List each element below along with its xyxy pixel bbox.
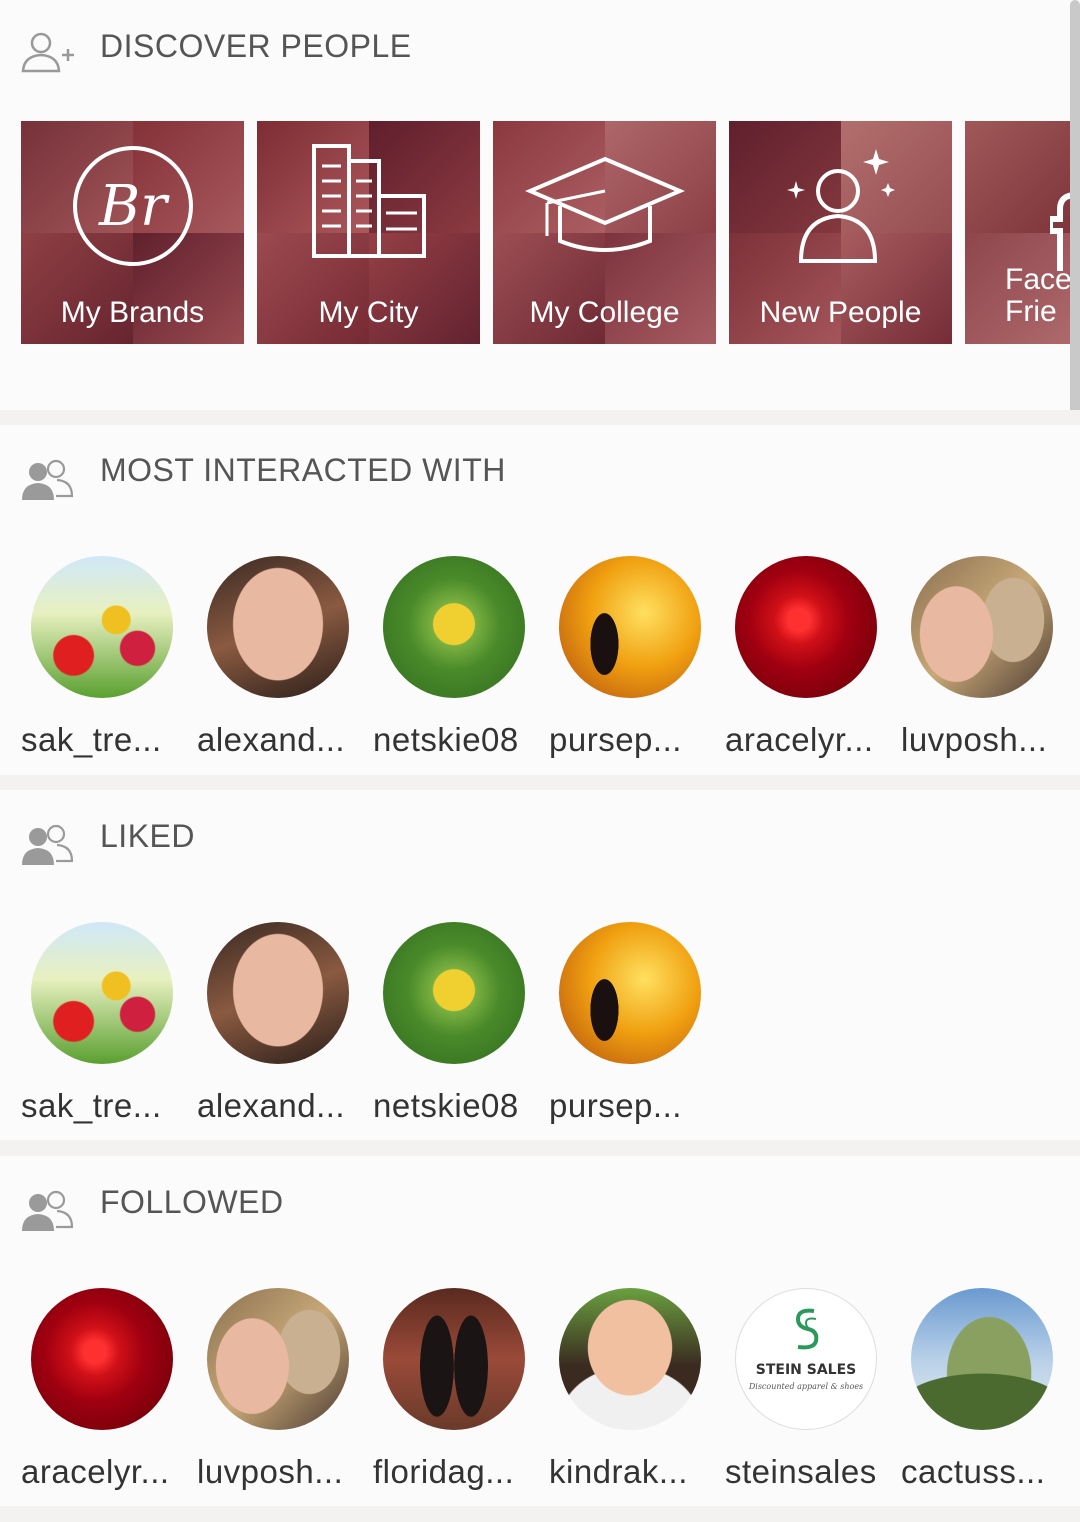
avatar: [207, 922, 349, 1064]
brand-logo-icon: Br: [72, 145, 193, 266]
add-person-icon: [21, 32, 74, 73]
avatar: [735, 556, 877, 698]
graduation-cap-icon: [524, 156, 685, 252]
tile-label: My Brands: [60, 296, 205, 329]
tile-label: Face Frie: [1005, 263, 1072, 328]
avatar: [559, 556, 701, 698]
avatar: [911, 1288, 1053, 1430]
svg-text:Discounted apparel & shoes: Discounted apparel & shoes: [748, 1382, 863, 1391]
scrollbar[interactable]: [1070, 0, 1080, 410]
tile-label: My College: [529, 296, 680, 329]
avatar: [207, 556, 349, 698]
section-title: LIKED: [100, 818, 195, 854]
tile-my-college[interactable]: My College: [493, 121, 716, 344]
avatar: [559, 1288, 701, 1430]
tile-my-city[interactable]: My City: [257, 121, 480, 344]
discover-people-section: DISCOVER PEOPLE Br My Brands My City My …: [0, 0, 1080, 410]
username: alexand...: [197, 1087, 346, 1124]
username: luvposh...: [197, 1453, 344, 1490]
username: luvposh...: [901, 721, 1048, 758]
liked-section: LIKED sak_tre... alexand... netskie08 pu…: [0, 790, 1080, 1140]
city-icon: [311, 144, 426, 259]
section-title: FOLLOWED: [100, 1184, 284, 1220]
username: pursep...: [549, 1087, 682, 1124]
username: cactuss...: [901, 1453, 1046, 1490]
avatar: [31, 922, 173, 1064]
username: sak_tre...: [21, 1087, 162, 1124]
svg-text:STEIN SALES: STEIN SALES: [756, 1362, 856, 1378]
avatar: [383, 1288, 525, 1430]
avatar: [911, 556, 1053, 698]
username: floridag...: [373, 1453, 515, 1490]
tile-facebook-friends[interactable]: Face Frie: [965, 121, 1080, 344]
section-title: MOST INTERACTED WITH: [100, 452, 506, 488]
avatar: [207, 1288, 349, 1430]
username: aracelyr...: [21, 1453, 170, 1490]
avatar: [559, 922, 701, 1064]
people-icon: [22, 1190, 74, 1231]
people-icon: [22, 824, 74, 865]
avatar: [383, 922, 525, 1064]
username: sak_tre...: [21, 721, 162, 758]
liked-header: [20, 814, 74, 874]
username: alexand...: [197, 721, 346, 758]
followed-section: FOLLOWED aracelyr... luvposh... floridag…: [0, 1156, 1080, 1506]
avatar: [31, 556, 173, 698]
username: pursep...: [549, 721, 682, 758]
username: netskie08: [373, 1087, 519, 1124]
username: steinsales: [725, 1453, 877, 1490]
discover-header: [20, 22, 74, 82]
tile-label: My City: [318, 296, 419, 329]
stein-sales-logo: STEIN SALES Discounted apparel & shoes: [748, 1308, 863, 1391]
most-interacted-section: MOST INTERACTED WITH sak_tre... alexand.…: [0, 425, 1080, 775]
followed-header: [20, 1180, 74, 1240]
most-interacted-header: [20, 449, 74, 509]
tile-label: New People: [759, 296, 922, 329]
people-icon: [22, 459, 74, 500]
new-person-icon: [786, 148, 895, 263]
username: aracelyr...: [725, 721, 874, 758]
username: kindrak...: [549, 1453, 688, 1490]
svg-text:Br: Br: [98, 174, 170, 239]
avatar: [31, 1288, 173, 1430]
username: netskie08: [373, 721, 519, 758]
tile-my-brands[interactable]: Br My Brands: [21, 121, 244, 344]
tile-new-people[interactable]: New People: [729, 121, 952, 344]
section-title: DISCOVER PEOPLE: [100, 28, 412, 64]
avatar: [383, 556, 525, 698]
avatar: STEIN SALES Discounted apparel & shoes: [735, 1288, 877, 1430]
